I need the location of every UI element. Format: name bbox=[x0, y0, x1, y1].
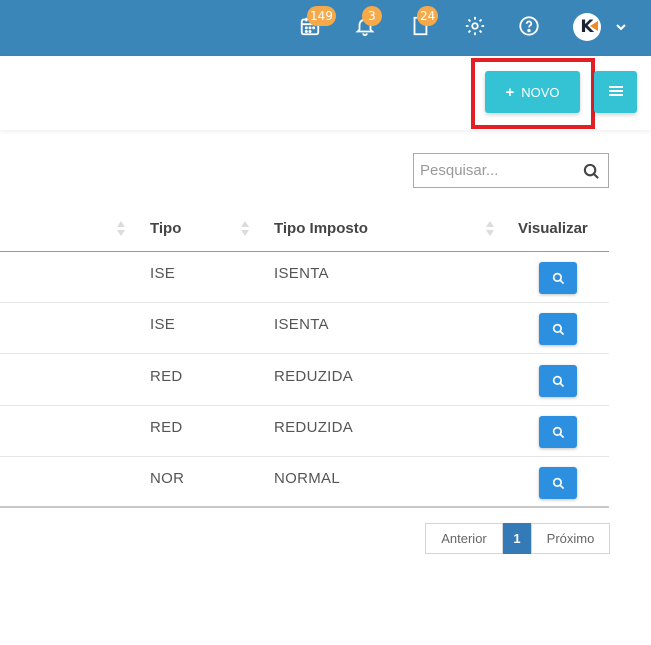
view-button[interactable] bbox=[539, 365, 577, 397]
cell-tipo: ISE bbox=[150, 265, 176, 282]
cell-tipo: NOR bbox=[150, 470, 185, 487]
sort-icon[interactable] bbox=[241, 220, 249, 238]
user-avatar[interactable]: K bbox=[573, 13, 601, 41]
table-row: ISE ISENTA bbox=[0, 252, 609, 303]
calendar-badge: 149 bbox=[307, 6, 336, 26]
table-row: ISE ISENTA bbox=[0, 303, 609, 354]
pagination: Anterior 1 Próximo bbox=[425, 523, 610, 554]
gear-icon[interactable] bbox=[464, 15, 486, 37]
top-navbar: 149 3 24 K bbox=[0, 0, 651, 56]
search-icon bbox=[552, 375, 564, 387]
view-button[interactable] bbox=[539, 416, 577, 448]
cell-tipo-imposto: ISENTA bbox=[274, 316, 329, 333]
header-tipo[interactable]: Tipo bbox=[150, 220, 181, 237]
document-icon[interactable]: 24 bbox=[409, 6, 439, 37]
search-icon[interactable] bbox=[583, 163, 600, 180]
search-icon bbox=[552, 477, 564, 489]
bell-badge: 3 bbox=[362, 6, 382, 26]
cell-tipo-imposto: ISENTA bbox=[274, 265, 329, 282]
calendar-icon[interactable]: 149 bbox=[299, 6, 336, 37]
view-button[interactable] bbox=[539, 313, 577, 345]
table-row: NOR NORMAL bbox=[0, 457, 609, 508]
search-icon bbox=[552, 272, 564, 284]
table-row: RED REDUZIDA bbox=[0, 406, 609, 457]
cell-tipo: ISE bbox=[150, 316, 176, 333]
cell-tipo: RED bbox=[150, 368, 183, 385]
next-page-button[interactable]: Próximo bbox=[531, 523, 610, 554]
table-header: Tipo Tipo Imposto Visualizar bbox=[0, 205, 609, 252]
search-icon bbox=[552, 426, 564, 438]
hamburger-icon bbox=[608, 85, 623, 100]
cell-tipo-imposto: REDUZIDA bbox=[274, 419, 354, 436]
prev-page-button[interactable]: Anterior bbox=[425, 523, 503, 554]
view-button[interactable] bbox=[539, 262, 577, 294]
sort-icon[interactable] bbox=[117, 220, 125, 238]
current-page[interactable]: 1 bbox=[503, 523, 531, 554]
cell-tipo-imposto: REDUZIDA bbox=[274, 368, 354, 385]
novo-label: NOVO bbox=[521, 84, 560, 100]
header-tipo-imposto[interactable]: Tipo Imposto bbox=[274, 220, 368, 237]
novo-button[interactable]: + NOVO bbox=[485, 71, 580, 113]
search-input[interactable] bbox=[414, 154, 574, 187]
cell-tipo-imposto: NORMAL bbox=[274, 470, 340, 487]
menu-button[interactable] bbox=[594, 71, 637, 113]
cell-tipo: RED bbox=[150, 419, 183, 436]
search-box bbox=[413, 153, 609, 188]
sort-icon[interactable] bbox=[486, 220, 494, 238]
table-row: RED REDUZIDA bbox=[0, 355, 609, 406]
header-visualizar: Visualizar bbox=[518, 220, 588, 237]
document-badge: 24 bbox=[417, 6, 439, 26]
bell-icon[interactable]: 3 bbox=[354, 6, 382, 37]
chevron-down-icon[interactable] bbox=[614, 20, 628, 34]
help-icon[interactable] bbox=[518, 15, 540, 37]
search-icon bbox=[552, 323, 564, 335]
plus-icon: + bbox=[505, 83, 515, 101]
view-button[interactable] bbox=[539, 467, 577, 499]
